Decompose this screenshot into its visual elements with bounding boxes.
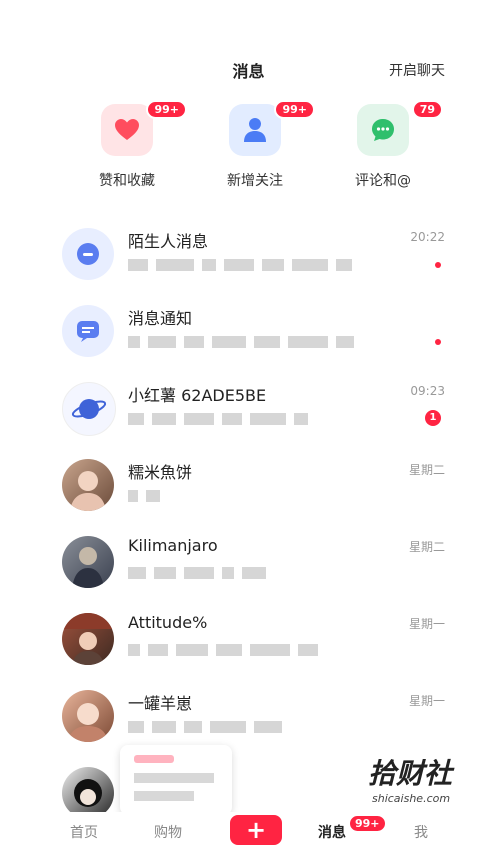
message-preview-blurred [128,412,388,426]
message-time: 星期二 [408,463,445,477]
notification-avatar [62,305,114,357]
heart-icon [115,119,139,140]
official-avatar [62,382,116,436]
watermark-url: shicaishe.com [372,792,451,805]
message-row-user[interactable]: Attitude% 星期一 [0,603,497,679]
user-photo-icon [68,703,108,742]
message-row-user[interactable]: Kilimanjaro 星期二 [0,526,497,602]
user-avatar [62,459,114,511]
comments-mentions-label: 评论和@ [355,173,411,189]
likes-favorites-label: 赞和收藏 [99,173,155,189]
tab-shop[interactable]: 购物 [154,822,182,842]
new-follows-entry[interactable]: 99+ 新增关注 [200,100,315,190]
unread-dot [435,339,441,345]
message-preview-blurred [128,258,388,272]
message-name: 糯米魚饼 [128,463,193,482]
message-row-user[interactable]: 一罐羊崽 星期一 [0,680,497,756]
user-avatar [62,690,114,742]
chat-icon [372,119,394,141]
message-preview-blurred [128,489,388,503]
unread-count-badge: 1 [425,410,441,426]
message-name: Attitude% [128,613,208,632]
message-time: 09:23 [410,384,445,398]
message-preview-blurred [128,566,388,580]
user-avatar [62,613,114,665]
new-follows-label: 新增关注 [227,173,283,189]
floating-preview-card[interactable] [120,745,232,815]
user-photo-icon [72,547,104,588]
user-photo-icon [62,613,114,665]
message-name: Kilimanjaro [128,536,218,555]
tab-me[interactable]: 我 [414,822,428,842]
comments-badge: 79 [411,100,443,119]
message-preview-blurred [128,335,388,349]
comments-mentions-entry[interactable]: 79 评论和@ [328,100,443,190]
message-name: 消息通知 [128,309,193,328]
message-time: 星期二 [408,540,445,554]
user-avatar [62,536,114,588]
likes-badge: 99+ [146,100,187,119]
person-icon [244,118,266,142]
message-row-official[interactable]: 小红薯 62ADE5BE 09:23 1 [0,372,497,448]
message-row-user[interactable]: 糯米魚饼 星期二 [0,449,497,525]
likes-favorites-entry[interactable]: 99+ 赞和收藏 [72,100,187,190]
message-time: 星期一 [408,617,445,631]
message-name: 陌生人消息 [128,232,209,251]
message-name: 一罐羊崽 [128,694,193,713]
message-name: 小红薯 62ADE5BE [128,386,267,405]
tab-home[interactable]: 首页 [70,822,98,842]
unread-dot [435,262,441,268]
user-photo-icon [70,471,106,511]
messages-tab-badge: 99+ [348,814,387,833]
follows-badge: 99+ [274,100,315,119]
watermark-logo: 拾财社 [368,757,453,790]
message-row-stranger[interactable]: 陌生人消息 20:22 [0,218,497,294]
message-row-notification[interactable]: 消息通知 [0,295,497,371]
publish-button[interactable]: + [230,815,282,845]
message-time: 20:22 [410,230,445,244]
chat-bubble-icon [77,243,99,265]
message-preview-blurred [128,720,388,734]
message-icon [77,321,99,342]
tab-messages[interactable]: 消息 [318,822,346,842]
start-chat-button[interactable]: 开启聊天 [389,60,445,80]
planet-icon [71,399,107,419]
message-time: 星期一 [408,694,445,708]
stranger-avatar [62,228,114,280]
message-preview-blurred [128,643,388,657]
